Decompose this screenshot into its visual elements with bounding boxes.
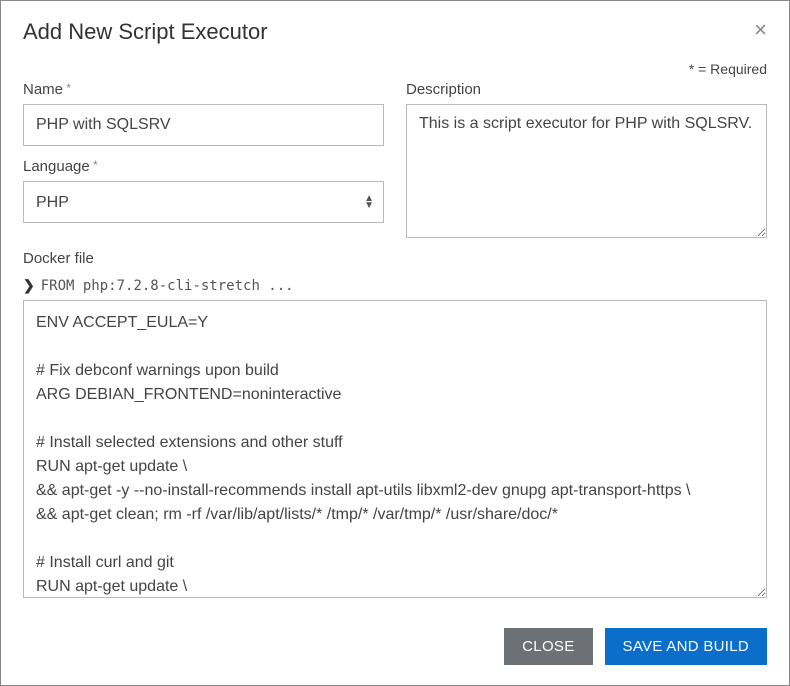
description-label: Description xyxy=(406,81,767,98)
close-button[interactable]: CLOSE xyxy=(504,628,592,665)
docker-fold-summary: FROM php:7.2.8-cli-stretch ... xyxy=(41,278,294,294)
language-label: Language * xyxy=(23,158,384,175)
description-textarea[interactable]: This is a script executor for PHP with S… xyxy=(406,104,767,238)
docker-fold-toggle[interactable]: ❯ FROM php:7.2.8-cli-stretch ... xyxy=(23,273,767,300)
language-select[interactable]: PHP xyxy=(23,181,384,223)
name-label: Name * xyxy=(23,81,384,98)
name-input[interactable] xyxy=(23,104,384,146)
docker-label: Docker file xyxy=(23,250,767,267)
docker-textarea[interactable]: ENV ACCEPT_EULA=Y # Fix debconf warnings… xyxy=(23,300,767,598)
modal: Add New Script Executor × * = Required N… xyxy=(0,0,790,686)
required-note: * = Required xyxy=(23,61,767,77)
chevron-right-icon: ❯ xyxy=(23,277,35,294)
modal-title: Add New Script Executor xyxy=(23,19,268,45)
close-icon[interactable]: × xyxy=(754,19,767,41)
save-and-build-button[interactable]: SAVE AND BUILD xyxy=(605,628,767,665)
